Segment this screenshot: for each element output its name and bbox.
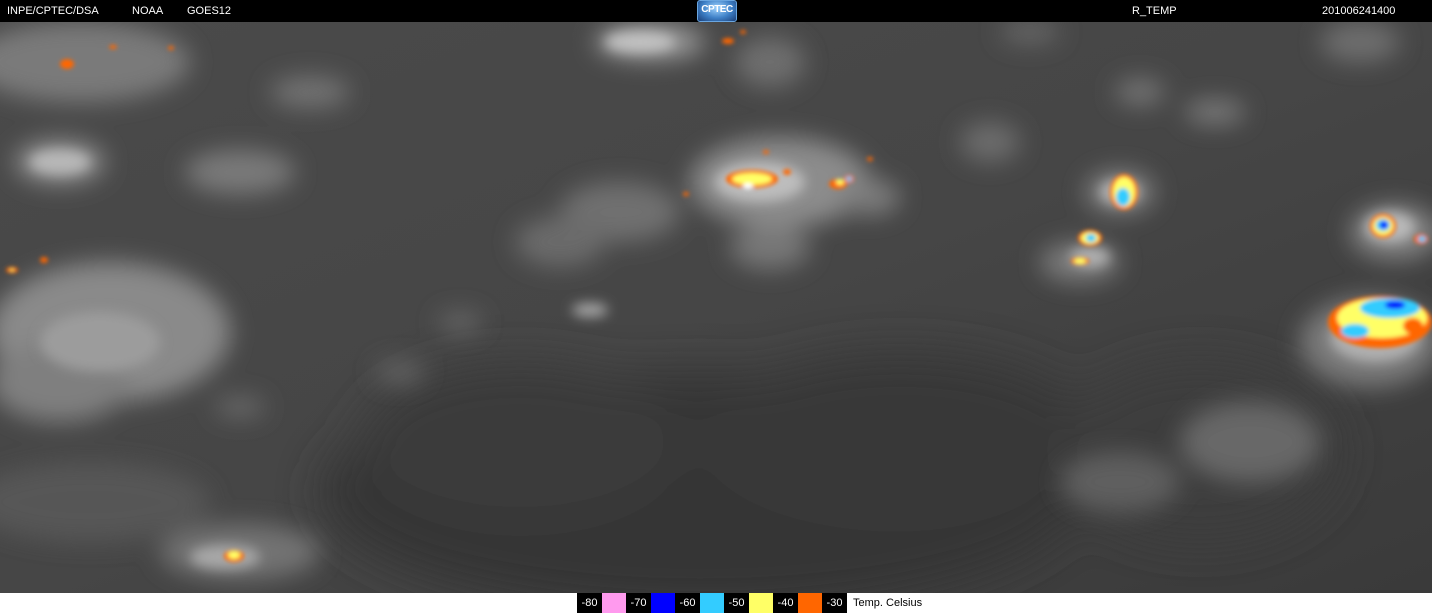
legend-swatch [749, 593, 773, 613]
legend-entry: -80 [577, 593, 626, 613]
legend-entry: -40 [773, 593, 822, 613]
legend-label: -80 [577, 593, 602, 613]
legend-entry: -30 [822, 593, 847, 613]
product-label: R_TEMP [1132, 5, 1177, 17]
temperature-legend: -80 -70 -60 -50 -40 -30 Temp. Celsius [577, 593, 922, 613]
legend-entry: -70 [626, 593, 675, 613]
legend-label: -50 [724, 593, 749, 613]
header-bar: INPE/CPTEC/DSA NOAA GOES12 CPTEC R_TEMP … [0, 0, 1432, 22]
legend-swatch [602, 593, 626, 613]
legend-label: -70 [626, 593, 651, 613]
legend-label: -40 [773, 593, 798, 613]
legend-entry: -60 [675, 593, 724, 613]
legend-swatch [651, 593, 675, 613]
legend-entry: -50 [724, 593, 773, 613]
satellite-label: GOES12 [187, 5, 232, 17]
legend-bar: -80 -70 -60 -50 -40 -30 Temp. Celsius [0, 593, 1432, 613]
legend-label: -60 [675, 593, 700, 613]
logo-text: CPTEC [701, 4, 733, 15]
source-label: INPE/CPTEC/DSA [7, 5, 99, 17]
cptec-logo: CPTEC [697, 0, 737, 22]
satellite-image [0, 20, 1432, 612]
legend-swatch [798, 593, 822, 613]
satellite-image-svg [0, 20, 1432, 612]
legend-unit: Temp. Celsius [853, 597, 923, 609]
legend-swatch [700, 593, 724, 613]
legend-label: -30 [822, 593, 847, 613]
timestamp-label: 201006241400 [1322, 5, 1396, 17]
agency-label: NOAA [132, 5, 164, 17]
